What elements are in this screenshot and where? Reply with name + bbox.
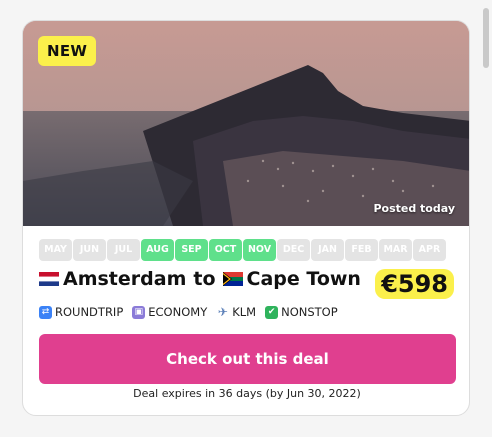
route-title[interactable]: Amsterdam to Cape Town xyxy=(39,268,361,290)
month-chip-may: MAY xyxy=(39,239,72,261)
origin-city: Amsterdam xyxy=(63,268,187,290)
tag-nonstop: ✔ NONSTOP xyxy=(265,305,338,319)
month-chip-sep: SEP xyxy=(175,239,208,261)
month-chip-mar: MAR xyxy=(379,239,412,261)
month-chip-nov: NOV xyxy=(243,239,276,261)
new-badge: NEW xyxy=(38,36,97,66)
month-chip-oct: OCT xyxy=(209,239,242,261)
month-chip-jul: JUL xyxy=(107,239,140,261)
month-chip-feb: FEB xyxy=(345,239,378,261)
tag-airline: ✈ KLM xyxy=(217,304,257,319)
south-africa-flag-icon xyxy=(222,272,243,286)
tag-roundtrip: ⇄ ROUNDTRIP xyxy=(39,305,123,319)
seat-icon: ▣ xyxy=(132,305,146,319)
destination-city: Cape Town xyxy=(246,268,361,290)
travel-months: MAY JUN JUL AUG SEP OCT NOV DEC JAN FEB MAR APR xyxy=(39,239,446,261)
month-chip-dec: DEC xyxy=(277,239,310,261)
deal-tags: ⇄ ROUNDTRIP ▣ ECONOMY ✈ KLM ✔ NONSTOP xyxy=(39,305,338,319)
checkmark-icon: ✔ xyxy=(265,305,279,319)
airplane-icon: ✈ xyxy=(217,304,228,319)
scrollbar[interactable] xyxy=(480,0,492,437)
check-out-deal-button[interactable]: Check out this deal xyxy=(39,334,456,384)
month-chip-jan: JAN xyxy=(311,239,344,261)
scrollbar-thumb[interactable] xyxy=(483,8,489,68)
deal-expiry: Deal expires in 36 days (by Jun 30, 2022… xyxy=(133,387,361,400)
roundtrip-icon: ⇄ xyxy=(39,305,52,319)
hero-image[interactable]: NEW Posted today xyxy=(23,21,469,226)
month-chip-apr: APR xyxy=(413,239,446,261)
tag-economy: ▣ ECONOMY xyxy=(132,305,207,319)
netherlands-flag-icon xyxy=(39,272,59,286)
month-chip-jun: JUN xyxy=(73,239,106,261)
month-chip-aug: AUG xyxy=(141,239,174,261)
posted-date: Posted today xyxy=(373,202,455,215)
price-badge: €598 xyxy=(375,269,454,299)
deal-card[interactable]: NEW Posted today MAY JUN JUL AUG SEP OCT NOV DE… xyxy=(22,20,470,416)
route-connector: to xyxy=(193,268,216,290)
